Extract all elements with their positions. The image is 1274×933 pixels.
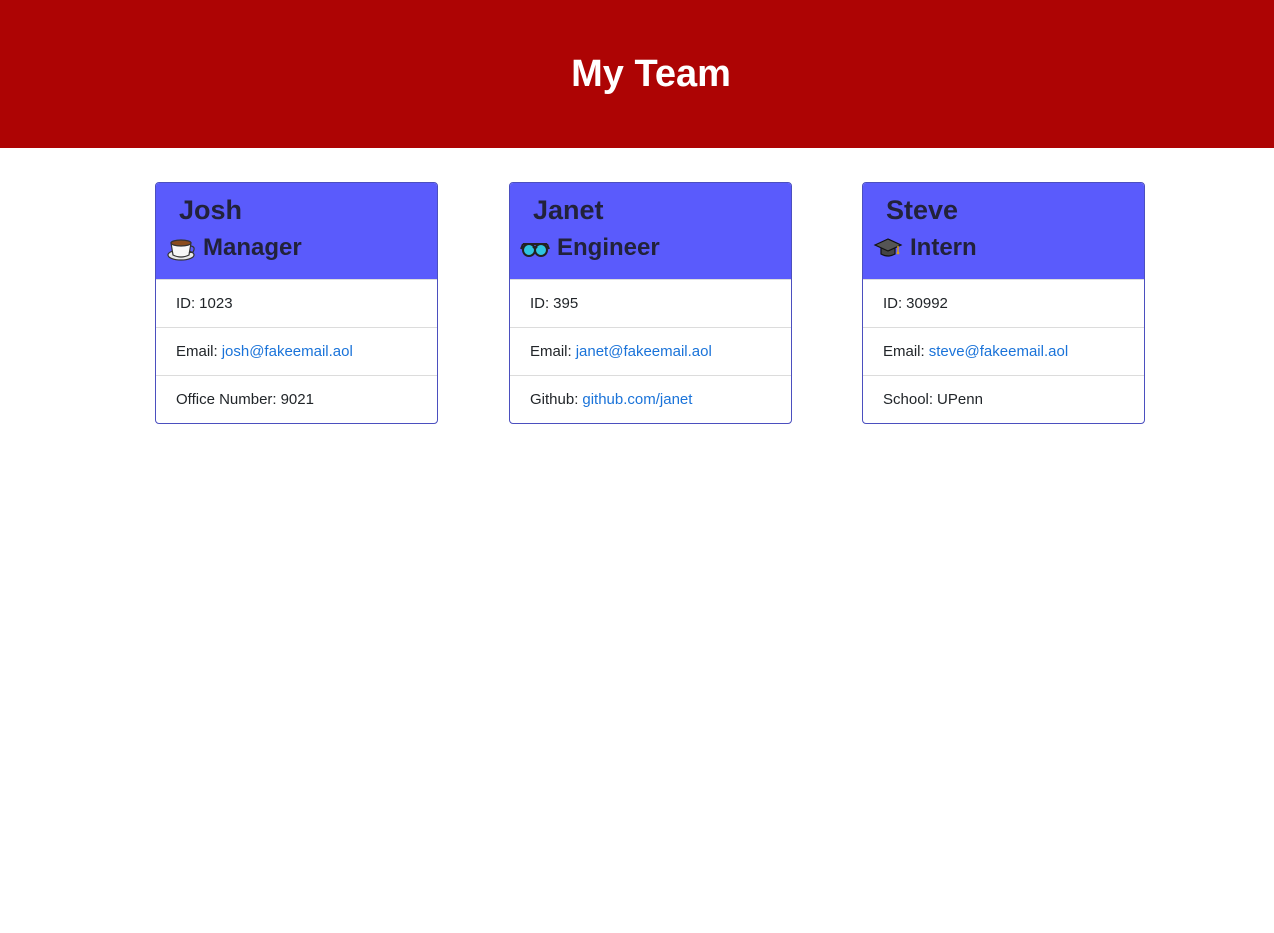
employee-role: Manager bbox=[156, 231, 437, 265]
email-label: Email: bbox=[176, 343, 218, 360]
employee-email-row: Email: steve@fakeemail.aol bbox=[863, 327, 1144, 375]
school-label: School: bbox=[883, 391, 934, 408]
employee-email-row: Email: josh@fakeemail.aol bbox=[156, 327, 437, 375]
id-label: ID: bbox=[176, 295, 196, 312]
email-link[interactable]: janet@fakeemail.aol bbox=[576, 343, 712, 360]
role-label: Manager bbox=[203, 234, 302, 261]
email-link[interactable]: josh@fakeemail.aol bbox=[222, 343, 353, 360]
employee-id-row: ID: 30992 bbox=[863, 279, 1144, 327]
employee-card-engineer: Janet Engineer ID: 395 Email: janet@fake… bbox=[509, 182, 792, 424]
team-cards: Josh Manager ID: 1023 Email: josh@fakeem… bbox=[0, 148, 1274, 933]
email-label: Email: bbox=[530, 343, 572, 360]
school-value: UPenn bbox=[937, 391, 983, 408]
id-label: ID: bbox=[530, 295, 550, 312]
github-label: Github: bbox=[530, 391, 579, 408]
employee-card-intern: Steve Intern ID: 30992 Email: steve@fake… bbox=[862, 182, 1145, 424]
employee-id-row: ID: 1023 bbox=[156, 279, 437, 327]
graduation-cap-icon bbox=[873, 233, 903, 263]
employee-id-row: ID: 395 bbox=[510, 279, 791, 327]
employee-card-manager: Josh Manager ID: 1023 Email: josh@fakeem… bbox=[155, 182, 438, 424]
office-number-value: 9021 bbox=[280, 391, 314, 408]
employee-github-row: Github: github.com/janet bbox=[510, 375, 791, 423]
card-header: Josh Manager bbox=[156, 183, 437, 279]
id-label: ID: bbox=[883, 295, 903, 312]
card-header: Janet Engineer bbox=[510, 183, 791, 279]
employee-name: Steve bbox=[886, 195, 959, 225]
page-title: My Team bbox=[571, 52, 731, 95]
github-link[interactable]: github.com/janet bbox=[582, 391, 692, 408]
email-link[interactable]: steve@fakeemail.aol bbox=[929, 343, 1068, 360]
role-label: Intern bbox=[910, 234, 977, 261]
role-label: Engineer bbox=[557, 234, 660, 261]
email-label: Email: bbox=[883, 343, 925, 360]
employee-name: Josh bbox=[179, 195, 243, 225]
card-header: Steve Intern bbox=[863, 183, 1144, 279]
office-number-label: Office Number: bbox=[176, 391, 277, 408]
glasses-icon bbox=[520, 233, 550, 263]
coffee-cup-icon bbox=[166, 233, 196, 263]
employee-name: Janet bbox=[533, 195, 604, 225]
employee-email-row: Email: janet@fakeemail.aol bbox=[510, 327, 791, 375]
id-value: 1023 bbox=[199, 295, 233, 312]
employee-role: Intern bbox=[863, 231, 1144, 265]
employee-office-row: Office Number: 9021 bbox=[156, 375, 437, 423]
employee-school-row: School: UPenn bbox=[863, 375, 1144, 423]
page-header: My Team bbox=[0, 0, 1274, 148]
employee-role: Engineer bbox=[510, 231, 791, 265]
id-value: 395 bbox=[553, 295, 579, 312]
id-value: 30992 bbox=[906, 295, 948, 312]
